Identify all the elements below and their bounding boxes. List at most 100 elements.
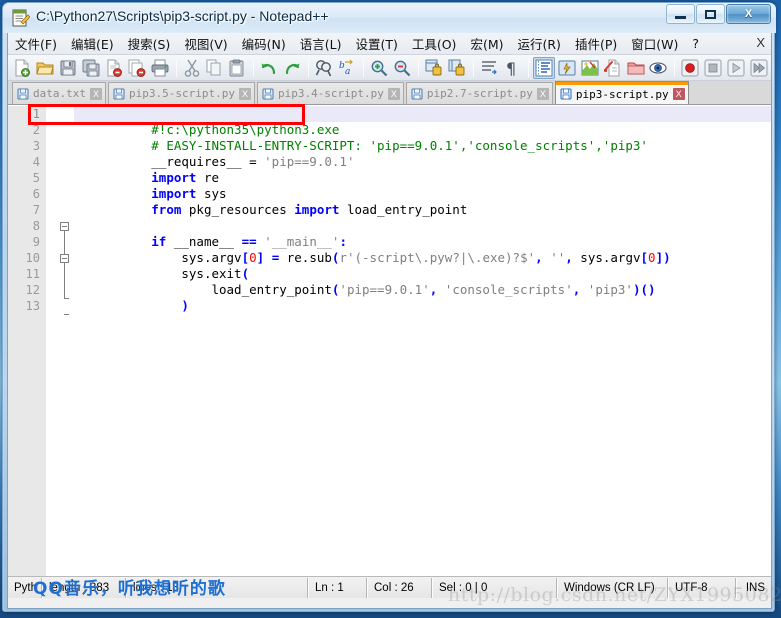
status-language[interactable]: Pyth [8, 577, 42, 598]
tab-close-icon[interactable]: X [672, 88, 685, 100]
status-ln: Ln : 1 [308, 577, 367, 598]
open-file-icon[interactable] [34, 57, 56, 79]
saved-document-icon [113, 88, 125, 99]
fold-marker-line-8[interactable] [60, 221, 69, 231]
zoom-in-icon[interactable] [368, 57, 390, 79]
menu-view[interactable]: 视图(V) [177, 32, 234, 55]
menu-tools[interactable]: 工具(O) [405, 32, 464, 55]
maximize-button[interactable] [696, 4, 725, 24]
toolbar-separator [253, 58, 255, 77]
cut-icon[interactable] [181, 57, 203, 79]
find-icon[interactable] [313, 57, 335, 79]
line-number: 2 [32, 123, 40, 137]
code-text-area[interactable]: #!c:\python35\python3.exe # EASY-INSTALL… [74, 106, 771, 576]
code-token: '__main__' [264, 234, 340, 249]
paste-icon[interactable] [226, 57, 248, 79]
play-macro-icon[interactable] [725, 57, 747, 79]
menu-help[interactable]: ? [685, 34, 706, 53]
close-all-icon[interactable] [126, 57, 148, 79]
tab-data-txt[interactable]: data.txt X [12, 82, 106, 104]
tab-close-icon[interactable]: X [536, 87, 549, 100]
status-encoding[interactable]: UTF-8 [668, 577, 736, 598]
code-token: 'pip==9.0.1' [264, 154, 355, 169]
status-eol[interactable]: Windows (CR LF) [557, 577, 668, 598]
fold-marker-line-10[interactable] [60, 253, 69, 263]
code-token: if [151, 234, 167, 249]
folder-as-workspace-icon[interactable] [625, 57, 647, 79]
client-area: 文件(F) 编辑(E) 搜索(S) 视图(V) 编码(N) 语言(L) 设置(T… [7, 33, 772, 609]
copy-icon[interactable] [204, 57, 226, 79]
code-token: == [241, 234, 257, 249]
save-all-icon[interactable] [80, 57, 102, 79]
tab-close-icon[interactable]: X [89, 87, 102, 100]
close-document-x[interactable]: X [756, 35, 765, 50]
line-number: 5 [32, 171, 40, 185]
code-token: import [294, 202, 340, 217]
user-defined-language-icon[interactable] [556, 57, 578, 79]
tab-label: data.txt [33, 87, 86, 100]
line-number: 3 [32, 139, 40, 153]
monitoring-icon[interactable] [648, 57, 670, 79]
line-number: 13 [25, 299, 40, 313]
run-macro-multiple-icon[interactable] [748, 57, 770, 79]
menu-encoding[interactable]: 编码(N) [235, 32, 293, 55]
code-token: __requires__ [151, 154, 242, 169]
sync-vertical-scroll-icon[interactable] [423, 57, 445, 79]
code-folding-gutter[interactable] [60, 106, 74, 576]
close-file-icon[interactable] [103, 57, 125, 79]
menu-file[interactable]: 文件(F) [8, 32, 64, 55]
menu-language[interactable]: 语言(L) [293, 32, 349, 55]
print-icon[interactable] [149, 57, 171, 79]
toolbar-separator [527, 58, 529, 77]
zoom-out-icon[interactable] [391, 57, 413, 79]
menu-run[interactable]: 运行(R) [510, 32, 567, 55]
window-controls: X [665, 4, 771, 24]
line-number: 11 [25, 267, 40, 281]
menu-plugins[interactable]: 插件(P) [568, 32, 624, 55]
minimize-button[interactable] [666, 4, 695, 24]
close-button[interactable]: X [726, 4, 771, 24]
function-list-icon[interactable] [602, 57, 624, 79]
new-file-icon[interactable] [11, 57, 33, 79]
undo-icon[interactable] [258, 57, 280, 79]
tab-pip27-script-py[interactable]: pip2.7-script.py X [405, 82, 553, 104]
line-number: 9 [32, 235, 40, 249]
title-bar[interactable]: C:\Python27\Scripts\pip3-script.py - Not… [3, 3, 776, 33]
code-token: re.sub [279, 250, 332, 265]
tab-close-icon[interactable]: X [238, 87, 251, 100]
menu-settings[interactable]: 设置(T) [348, 32, 404, 55]
stop-recording-icon[interactable] [702, 57, 724, 79]
tab-pip34-script-py[interactable]: pip3.4-script.py X [256, 82, 404, 104]
tab-pip3-script-py[interactable]: pip3-script.py X [554, 81, 689, 104]
menu-edit[interactable]: 编辑(E) [64, 32, 121, 55]
menu-macro[interactable]: 宏(M) [463, 32, 510, 55]
indent-guide-icon[interactable] [532, 56, 555, 79]
show-all-characters-icon[interactable]: ¶ [501, 57, 523, 79]
toolbar-separator [418, 58, 419, 77]
tab-close-icon[interactable]: X [387, 87, 400, 100]
tab-pip35-script-py[interactable]: pip3.5-script.py X [107, 82, 255, 104]
bookmark-gutter[interactable] [46, 106, 60, 576]
sync-horizontal-scroll-icon[interactable] [446, 57, 468, 79]
code-editor[interactable]: 1 2 3 4 5 6 7 8 9 10 11 12 13 #!c:\pytho… [8, 105, 771, 576]
record-macro-icon[interactable] [679, 57, 701, 79]
fold-end-marker [64, 314, 69, 315]
document-map-icon[interactable] [579, 57, 601, 79]
save-icon[interactable] [57, 57, 79, 79]
line-number-gutter: 1 2 3 4 5 6 7 8 9 10 11 12 13 [8, 106, 46, 576]
menu-window[interactable]: 窗口(W) [624, 32, 685, 55]
code-token: sys.exit [151, 266, 242, 281]
saved-document-icon [262, 88, 274, 99]
line-number: 8 [32, 219, 40, 233]
menu-search[interactable]: 搜索(S) [121, 32, 178, 55]
redo-icon[interactable] [281, 57, 303, 79]
saved-document-icon [560, 88, 572, 100]
fold-guideline [64, 263, 65, 298]
word-wrap-icon[interactable] [478, 57, 500, 79]
status-length: length : 383 [42, 577, 126, 598]
status-insert-mode[interactable]: INS [736, 577, 771, 598]
code-line-8[interactable]: if __name__ == '__main__': [74, 218, 771, 249]
replace-icon[interactable]: b a [336, 57, 358, 79]
status-lines: lines : 13 [126, 577, 308, 598]
